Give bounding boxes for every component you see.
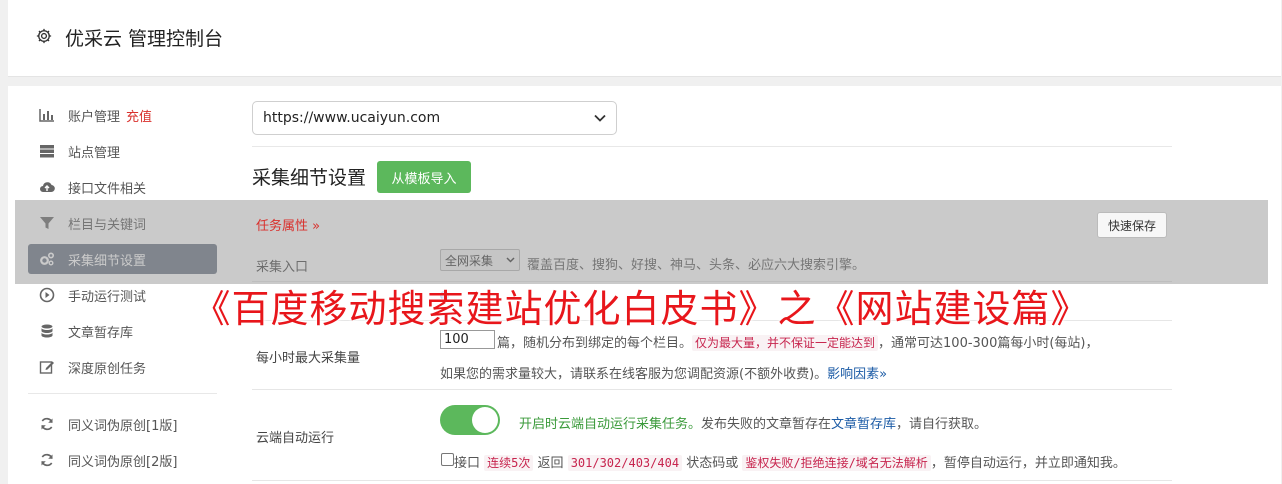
cloud-run-text-1: 发布失败的文章暂存在 bbox=[701, 417, 832, 432]
cloud-run-label: 云端自动运行 bbox=[256, 431, 335, 446]
max-per-hour-text: 篇，随机分布到绑定的每个栏目。 仅为最大量，并不保证一定能达到 ，通常可达100-3… bbox=[497, 332, 1099, 351]
cloud-run-desc: 开启时云端自动运行采集任务。发布失败的文章暂存在文章暂存库，请自行获取。 bbox=[519, 413, 987, 432]
cloud-run-text-4: 状态码或 bbox=[686, 456, 739, 471]
max-per-hour-text-3: 如果您的需求量较大，请联系在线客服为您调配资源(不额外收费)。 bbox=[440, 367, 828, 382]
sidebar-divider bbox=[28, 393, 217, 394]
sidebar-item-label: 接口文件相关 bbox=[68, 181, 147, 197]
sidebar-item-label: 账户管理 bbox=[68, 109, 121, 125]
cloud-run-text-5: ，暂停自动运行，并立即通知我。 bbox=[930, 456, 1126, 471]
sidebar-item-label: 同义词伪原创[1版] bbox=[68, 418, 178, 434]
max-per-hour-text-2: ，通常可达100-300篇每小时(每站)， bbox=[878, 336, 1099, 351]
sidebar-item-label: 同义词伪原创[2版] bbox=[68, 454, 178, 470]
max-per-hour-text-row2: 如果您的需求量较大，请联系在线客服为您调配资源(不额外收费)。影响因素» bbox=[440, 363, 887, 382]
site-select[interactable]: https://www.ucaiyun.com bbox=[252, 101, 617, 135]
cloud-run-text-3: 返回 bbox=[537, 456, 564, 471]
chevron-down-icon bbox=[594, 114, 606, 122]
overlay-band bbox=[15, 200, 1268, 284]
watermark-banner: 《百度移动搜索建站优化白皮书》之《网站建设篇》 bbox=[192, 287, 1090, 331]
cloud-run-interface-text: 接口 连续5次 返回 301/302/403/404 状态码或 鉴权失败/拒绝连… bbox=[454, 452, 1126, 471]
sidebar-item-label: 深度原创任务 bbox=[68, 361, 147, 377]
edit-icon bbox=[39, 361, 54, 374]
bar-chart-icon bbox=[39, 109, 54, 122]
influence-factors-link[interactable]: 影响因素» bbox=[827, 367, 887, 382]
divider bbox=[252, 146, 1172, 147]
gear-icon bbox=[36, 28, 52, 44]
cloud-run-green-text: 开启时云端自动运行采集任务。 bbox=[519, 417, 702, 432]
cloud-upload-icon bbox=[40, 182, 55, 193]
sidebar-item-interface[interactable]: 接口文件相关 bbox=[28, 172, 217, 202]
interface-label: 接口 bbox=[454, 456, 481, 471]
max-per-hour-text-1: 篇，随机分布到绑定的每个栏目。 bbox=[497, 336, 693, 351]
article-store-link[interactable]: 文章暂存库 bbox=[831, 417, 896, 432]
app-title: 优采云 管理控制台 bbox=[65, 28, 224, 50]
interface-checkbox[interactable] bbox=[441, 453, 454, 466]
refresh-icon bbox=[41, 453, 53, 467]
row-divider bbox=[252, 389, 1172, 390]
sidebar-item-account[interactable]: 账户管理 充值 bbox=[28, 100, 217, 130]
sidebar-item-deep-original[interactable]: 深度原创任务 bbox=[28, 352, 217, 382]
recharge-link[interactable]: 充值 bbox=[126, 106, 152, 125]
code-errors: 鉴权失败/拒绝连接/域名无法解析 bbox=[742, 455, 931, 471]
site-select-value: https://www.ucaiyun.com bbox=[263, 110, 441, 126]
section-title: 采集细节设置 bbox=[252, 167, 367, 189]
top-header: 优采云 管理控制台 bbox=[8, 0, 1281, 77]
sidebar-item-synonym-v1[interactable]: 同义词伪原创[1版] bbox=[28, 409, 217, 439]
cloud-run-toggle[interactable] bbox=[440, 405, 500, 435]
refresh-icon bbox=[41, 417, 53, 431]
row-divider bbox=[252, 480, 1172, 481]
cloud-run-text-2: ，请自行获取。 bbox=[896, 417, 988, 432]
quick-save-button[interactable]: 快速保存 bbox=[1097, 212, 1167, 238]
code-consecutive: 连续5次 bbox=[484, 455, 534, 471]
sidebar-item-label: 站点管理 bbox=[68, 145, 121, 161]
sidebar-item-sites[interactable]: 站点管理 bbox=[28, 136, 217, 166]
toggle-knob bbox=[472, 407, 498, 433]
max-per-hour-label: 每小时最大采集量 bbox=[256, 351, 361, 366]
server-icon bbox=[40, 145, 54, 158]
sidebar-item-synonym-v2[interactable]: 同义词伪原创[2版] bbox=[28, 445, 217, 475]
max-per-hour-note: 仅为最大量，并不保证一定能达到 bbox=[692, 335, 879, 351]
code-status: 301/302/403/404 bbox=[567, 455, 683, 471]
task-attribute-toggle[interactable]: 任务属性 » bbox=[256, 215, 320, 234]
import-template-button[interactable]: 从模板导入 bbox=[377, 161, 471, 193]
